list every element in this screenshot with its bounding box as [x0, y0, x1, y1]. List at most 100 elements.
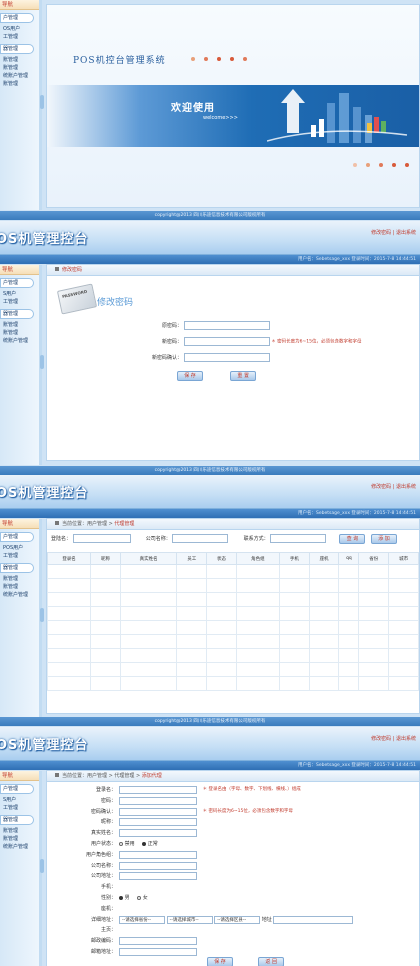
sidebar-group-devices[interactable]: 器管理 [0, 563, 34, 573]
radio-male[interactable] [119, 895, 123, 900]
new-password-input[interactable] [183, 337, 270, 346]
table-row[interactable] [46, 662, 419, 677]
login-name-input[interactable] [72, 534, 131, 543]
sidebar-item[interactable]: 账管理 [0, 56, 39, 64]
city-select[interactable]: --请选择城市-- [166, 915, 213, 924]
sidebar-toggle[interactable] [40, 608, 44, 623]
table-cell [235, 606, 280, 621]
table-cell [206, 620, 237, 635]
change-password-link[interactable]: 修改密码 [371, 484, 391, 490]
sidebar-item[interactable]: 账管理 [0, 64, 39, 72]
radio-normal[interactable] [142, 841, 147, 846]
table-cell [358, 564, 390, 579]
sidebar-item[interactable]: 账管理 [0, 80, 39, 88]
sidebar-item[interactable]: 账管理 [0, 827, 39, 835]
field-hint: ＊ 密码长度为6~15位，必须包含数字和字母 [202, 808, 293, 814]
text-input[interactable] [119, 829, 197, 838]
sidebar-group-users[interactable]: 户管理 [0, 532, 34, 542]
sidebar-item[interactable]: 统账户管理 [0, 591, 39, 599]
column-header: 城市 [388, 552, 419, 565]
sidebar-item[interactable]: 工管理 [0, 298, 39, 306]
sidebar-item[interactable]: 账管理 [0, 583, 39, 591]
back-button[interactable]: 返 回 [258, 957, 285, 966]
text-input[interactable] [119, 786, 197, 794]
table-cell [90, 564, 121, 579]
old-password-input[interactable] [183, 321, 270, 330]
sidebar-item[interactable]: POS用户 [0, 544, 39, 552]
sidebar-group-users[interactable]: 户管理 [0, 278, 34, 288]
sidebar: 导航 户管理 OS用户 工管理 器管理 账管理 账管理 统账户管理 账管理 [0, 0, 44, 210]
sidebar-item[interactable]: S用户 [0, 796, 39, 804]
sidebar-toggle[interactable] [40, 94, 44, 109]
sidebar-item[interactable]: 账管理 [0, 329, 39, 337]
sidebar-item[interactable]: 统账户管理 [0, 843, 39, 851]
add-agent-form: 登录名： ＊ 登录名由（字母、数字、下划线、横线、）组成 密码： 密码确认： ＊ 密… [47, 782, 419, 958]
table-row[interactable] [46, 606, 419, 621]
confirm-password-input[interactable] [183, 353, 270, 362]
table-cell [119, 578, 178, 593]
logout-link[interactable]: 退出系统 [396, 230, 416, 236]
text-input[interactable] [119, 937, 197, 946]
change-password-link[interactable]: 修改密码 [371, 230, 391, 236]
text-input[interactable] [119, 807, 197, 816]
contact-input[interactable] [270, 534, 327, 543]
sidebar-group-devices[interactable]: 器管理 [0, 815, 34, 825]
table-cell [119, 648, 178, 663]
table-row[interactable] [46, 620, 419, 635]
table-cell [235, 634, 280, 649]
table-row[interactable] [46, 676, 419, 691]
radio-disabled[interactable] [119, 841, 123, 846]
sidebar-group-users[interactable]: 户管理 [0, 784, 34, 794]
panel-add-agent: OS机管理控台 修改密码 | 退出系统 用户名：Sebetsage_xxx 登录… [0, 727, 420, 966]
table-row[interactable] [46, 634, 419, 649]
table-cell [338, 662, 360, 677]
logout-link[interactable]: 退出系统 [396, 484, 416, 490]
table-cell [278, 578, 310, 593]
field-label: 密码确认： [90, 808, 116, 815]
form-row: 邮政编码： [47, 936, 419, 947]
sidebar-group-devices[interactable]: 器管理 [0, 309, 34, 319]
sidebar-group-devices[interactable]: 器管理 [0, 44, 34, 54]
sidebar-item[interactable]: 工管理 [0, 804, 39, 812]
sidebar-toggle[interactable] [40, 858, 44, 873]
table-row[interactable] [46, 564, 419, 579]
header: OS机管理控台 修改密码 | 退出系统 [0, 727, 420, 761]
table-row[interactable] [46, 592, 419, 607]
text-input[interactable] [119, 861, 197, 870]
sidebar-item[interactable]: OS用户 [0, 25, 39, 33]
district-select[interactable]: --请选择区县-- [214, 915, 261, 924]
sidebar-item[interactable]: 统账户管理 [0, 72, 39, 80]
sidebar-item[interactable]: 账管理 [0, 321, 39, 329]
sidebar-item[interactable]: 工管理 [0, 552, 39, 560]
text-input[interactable] [119, 947, 197, 956]
province-select[interactable]: --请选择省份-- [119, 915, 165, 924]
change-password-link[interactable]: 修改密码 [371, 736, 391, 742]
sidebar-group-users[interactable]: 户管理 [0, 13, 34, 23]
sidebar-item[interactable]: 账管理 [0, 835, 39, 843]
form-row: 用户状态： 禁用 正常 [47, 839, 419, 850]
save-button[interactable]: 保 存 [207, 957, 233, 966]
sidebar-item[interactable]: 统账户管理 [0, 337, 39, 345]
sidebar-toggle[interactable] [40, 355, 44, 369]
table-cell [235, 592, 280, 607]
table-row[interactable] [46, 578, 419, 593]
address-input[interactable] [273, 915, 354, 924]
panel-welcome: 导航 户管理 OS用户 工管理 器管理 账管理 账管理 统账户管理 账管理 PO… [0, 0, 420, 221]
sidebar-item[interactable]: S用户 [0, 290, 39, 298]
logout-link[interactable]: 退出系统 [396, 736, 416, 742]
text-input[interactable] [119, 818, 197, 827]
text-input[interactable] [119, 796, 197, 805]
sidebar-item[interactable]: 工管理 [0, 33, 39, 41]
text-input[interactable] [119, 872, 197, 881]
table-cell [308, 592, 340, 607]
search-button[interactable]: 查 询 [339, 534, 366, 544]
company-name-input[interactable] [172, 534, 229, 543]
radio-female[interactable] [137, 895, 142, 900]
reset-button[interactable]: 重 置 [230, 371, 257, 381]
add-button[interactable]: 添 加 [370, 534, 397, 544]
form-row: 密码确认： ＊ 密码长度为6~15位，必须包含数字和字母 [47, 807, 419, 818]
table-row[interactable] [46, 648, 419, 663]
text-input[interactable] [119, 850, 197, 859]
sidebar-item[interactable]: 账管理 [0, 575, 39, 583]
save-button[interactable]: 保 存 [177, 371, 203, 381]
